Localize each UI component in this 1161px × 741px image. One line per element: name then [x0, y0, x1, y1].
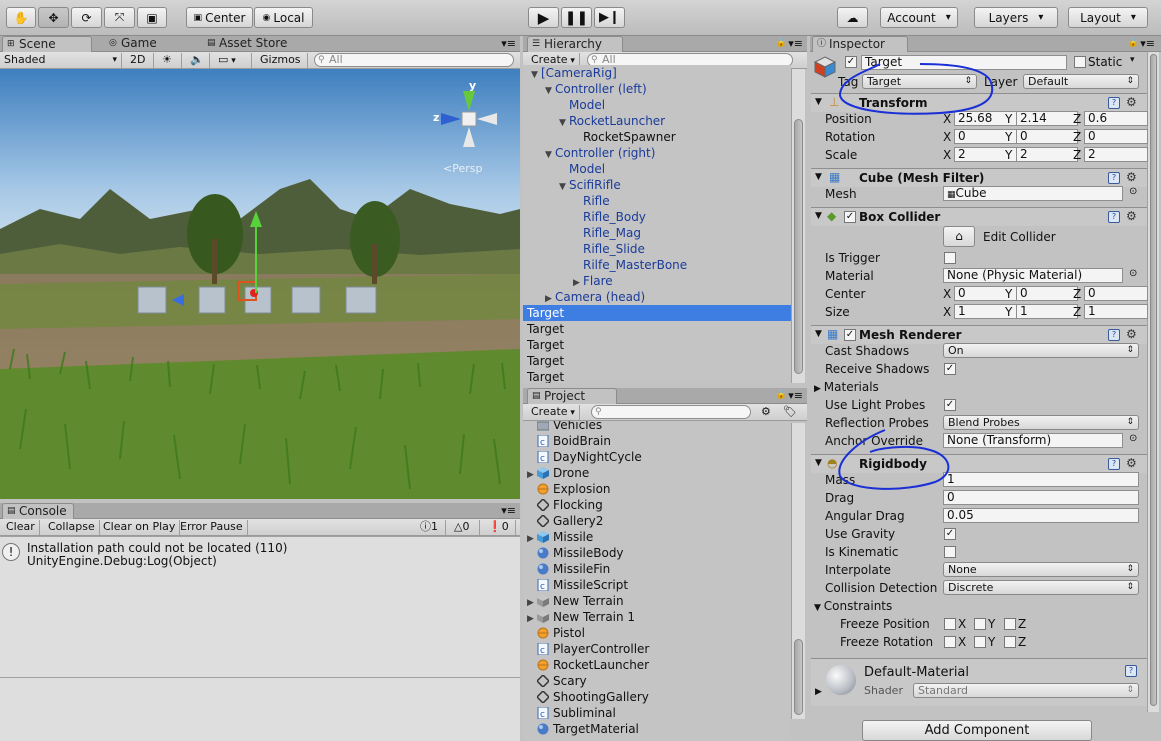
rigidbody-circle-annotation — [838, 429, 950, 490]
transform-circle-annotation — [838, 63, 994, 115]
annotation-overlay — [838, 63, 994, 490]
